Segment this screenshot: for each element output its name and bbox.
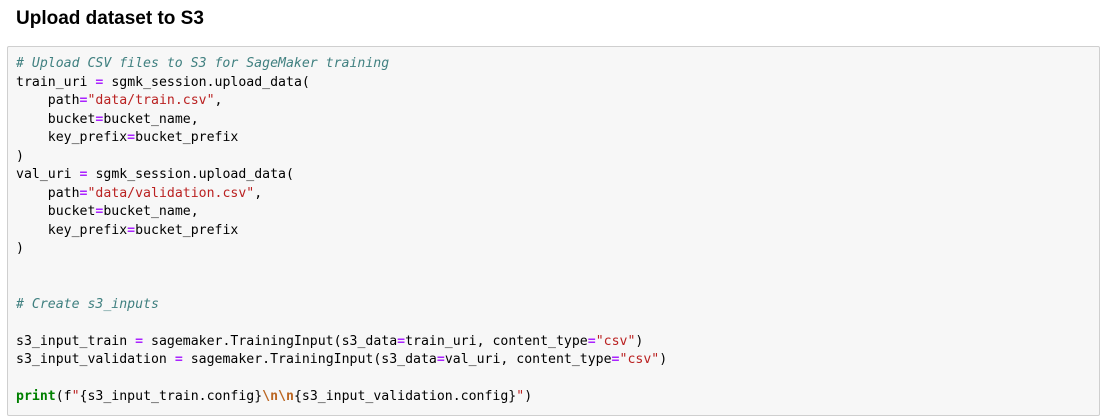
assign-operator: = xyxy=(127,222,136,238)
assign-operator: = xyxy=(127,130,136,145)
code-line-6: ) xyxy=(16,148,667,167)
code-line-2: train_uri = sgmk_session.upload_data( xyxy=(16,74,667,93)
val-path-string: "data/validation.csv" xyxy=(87,185,255,201)
close-paren: ) xyxy=(16,241,24,256)
code-line-7: val_uri = sgmk_session.upload_data( xyxy=(16,166,667,185)
code-line-3: path="data/train.csv", xyxy=(16,92,667,111)
newline-escape: \n\n xyxy=(262,389,294,404)
bucket-kwarg: bucket xyxy=(47,204,96,219)
assign-operator: = xyxy=(436,352,445,367)
s3-input-train-var: s3_input_train xyxy=(16,333,128,349)
code-line-10: key_prefix=bucket_prefix xyxy=(16,222,667,241)
path-kwarg: path xyxy=(47,93,80,108)
code-line-1: # Upload CSV files to S3 for SageMaker t… xyxy=(16,55,667,74)
code-cell[interactable]: # Upload CSV files to S3 for SageMaker t… xyxy=(7,46,1100,416)
bucket-kwarg: bucket xyxy=(47,111,96,127)
code-line-5: key_prefix=bucket_prefix xyxy=(16,129,667,148)
assign-operator: = xyxy=(397,333,406,349)
code-line-19: print(f"{s3_input_train.config}\n\n{s3_i… xyxy=(16,388,667,407)
training-input-call: sagemaker.TrainingInput(s3_data xyxy=(151,333,398,349)
assign-operator: = xyxy=(611,352,620,367)
code-line-8: path="data/validation.csv", xyxy=(16,185,667,204)
csv-string: "csv" xyxy=(619,352,660,367)
assign-operator: = xyxy=(174,352,183,367)
train-uri-var: train_uri xyxy=(16,74,88,90)
s3-input-validation-var: s3_input_validation xyxy=(16,352,167,367)
code-line-17: s3_input_validation = sagemaker.Training… xyxy=(16,351,667,370)
assign-operator: = xyxy=(95,74,104,90)
comment-upload: # Upload CSV files to S3 for SageMaker t… xyxy=(16,56,390,71)
code-line-14: # Create s3_inputs xyxy=(16,296,667,315)
code-block: # Upload CSV files to S3 for SageMaker t… xyxy=(16,55,667,407)
val-uri-var: val_uri xyxy=(16,167,72,182)
assign-operator: = xyxy=(79,167,88,182)
fstring-open-quote: " xyxy=(71,389,80,404)
csv-string: "csv" xyxy=(595,333,636,349)
code-line-16: s3_input_train = sagemaker.TrainingInput… xyxy=(16,333,667,352)
prefix-value: bucket_prefix xyxy=(135,222,239,238)
prefix-kwarg: key_prefix xyxy=(47,130,128,145)
comma: , xyxy=(254,185,263,201)
comma: , xyxy=(214,93,223,108)
val-config-expr: {s3_input_validation.config} xyxy=(293,389,517,404)
code-line-12-blank xyxy=(16,259,667,278)
close-paren: ) xyxy=(659,352,668,367)
bucket-value: bucket_name, xyxy=(103,204,199,219)
close-paren: ) xyxy=(635,333,644,349)
session-upload-call: sgmk_session.upload_data( xyxy=(95,167,294,182)
train-uri-arg: train_uri, content_type xyxy=(405,333,588,349)
fstring-close-quote: " xyxy=(516,389,525,404)
code-line-4: bucket=bucket_name, xyxy=(16,111,667,130)
comment-inputs: # Create s3_inputs xyxy=(16,296,159,312)
section-title: Upload dataset to S3 xyxy=(16,8,204,29)
print-keyword: print xyxy=(16,389,56,404)
train-config-expr: {s3_input_train.config} xyxy=(79,389,263,404)
prefix-kwarg: key_prefix xyxy=(47,222,128,238)
session-upload-call: sgmk_session.upload_data( xyxy=(111,74,310,90)
code-line-9: bucket=bucket_name, xyxy=(16,203,667,222)
train-path-string: "data/train.csv" xyxy=(87,93,215,108)
prefix-value: bucket_prefix xyxy=(135,130,239,145)
code-line-18-blank xyxy=(16,370,667,389)
assign-operator: = xyxy=(135,333,144,349)
val-uri-arg: val_uri, content_type xyxy=(444,352,612,367)
path-kwarg: path xyxy=(47,185,80,201)
print-open: (f xyxy=(55,389,72,404)
bucket-value: bucket_name, xyxy=(103,111,199,127)
close-paren: ) xyxy=(524,389,533,404)
code-line-13-blank xyxy=(16,277,667,296)
close-paren: ) xyxy=(16,148,24,164)
training-input-call: sagemaker.TrainingInput(s3_data xyxy=(190,352,437,367)
assign-operator: = xyxy=(587,333,596,349)
code-line-11: ) xyxy=(16,240,667,259)
code-line-15-blank xyxy=(16,314,667,333)
